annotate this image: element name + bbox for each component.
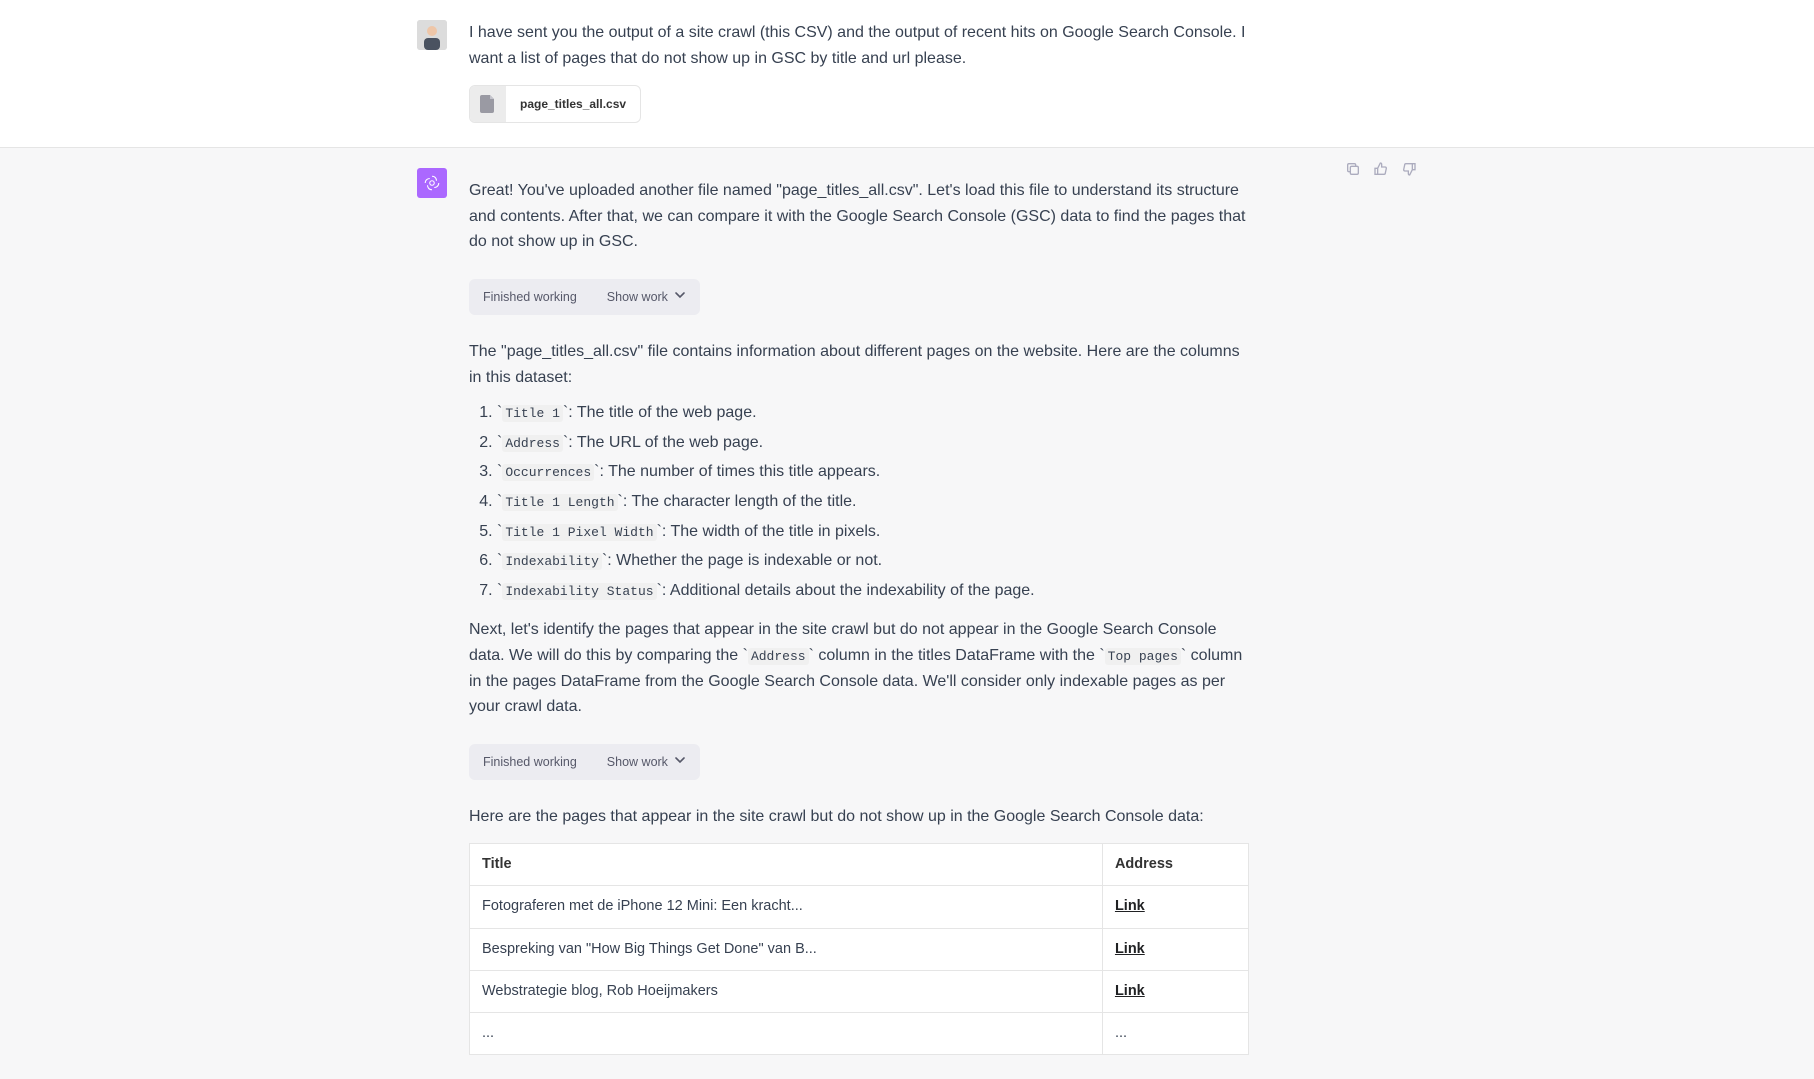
table-intro: Here are the pages that appear in the si… <box>469 804 1249 830</box>
table-row: Fotograferen met de iPhone 12 Mini: Een … <box>470 886 1249 928</box>
table-row: ... ... <box>470 1013 1249 1055</box>
result-link[interactable]: Link <box>1115 898 1145 914</box>
list-item: `Indexability Status`: Additional detail… <box>497 578 1249 604</box>
next-step-paragraph: Next, let's identify the pages that appe… <box>469 617 1249 719</box>
attachment-chip[interactable]: page_titles_all.csv <box>469 85 641 123</box>
result-link[interactable]: Link <box>1115 941 1145 957</box>
thumbs-up-button[interactable] <box>1373 160 1389 186</box>
list-item: `Indexability`: Whether the page is inde… <box>497 548 1249 574</box>
work-status-label: Finished working <box>483 287 577 307</box>
list-item: `Occurrences`: The number of times this … <box>497 459 1249 485</box>
work-status-label: Finished working <box>483 752 577 772</box>
attachment-filename: page_titles_all.csv <box>506 95 640 114</box>
results-table: Title Address Fotograferen met de iPhone… <box>469 843 1249 1055</box>
table-row: Bespreking van "How Big Things Get Done"… <box>470 928 1249 970</box>
list-item: `Title 1`: The title of the web page. <box>497 400 1249 426</box>
list-item: `Title 1 Length`: The character length o… <box>497 489 1249 515</box>
message-actions <box>1345 160 1417 186</box>
user-avatar <box>417 20 447 50</box>
user-message-row: I have sent you the output of a site cra… <box>0 0 1814 148</box>
result-link[interactable]: Link <box>1115 983 1145 999</box>
table-header-address: Address <box>1102 844 1248 886</box>
columns-intro: The "page_titles_all.csv" file contains … <box>469 339 1249 390</box>
copy-button[interactable] <box>1345 160 1361 186</box>
code-status-block: Finished working Show work <box>469 279 700 315</box>
assistant-intro: Great! You've uploaded another file name… <box>469 178 1249 255</box>
chevron-down-icon <box>674 752 686 772</box>
user-message-text: I have sent you the output of a site cra… <box>469 20 1249 71</box>
code-status-block: Finished working Show work <box>469 744 700 780</box>
chevron-down-icon <box>674 287 686 307</box>
file-icon <box>470 86 506 122</box>
columns-list: `Title 1`: The title of the web page. `A… <box>469 400 1249 603</box>
table-row: Webstrategie blog, Rob Hoeijmakers Link <box>470 970 1249 1012</box>
show-work-toggle[interactable]: Show work <box>607 287 686 307</box>
show-work-toggle[interactable]: Show work <box>607 752 686 772</box>
assistant-message-row: Great! You've uploaded another file name… <box>0 148 1814 1079</box>
thumbs-down-button[interactable] <box>1401 160 1417 186</box>
list-item: `Address`: The URL of the web page. <box>497 430 1249 456</box>
list-item: `Title 1 Pixel Width`: The width of the … <box>497 519 1249 545</box>
table-header-title: Title <box>470 844 1103 886</box>
assistant-avatar <box>417 168 447 198</box>
